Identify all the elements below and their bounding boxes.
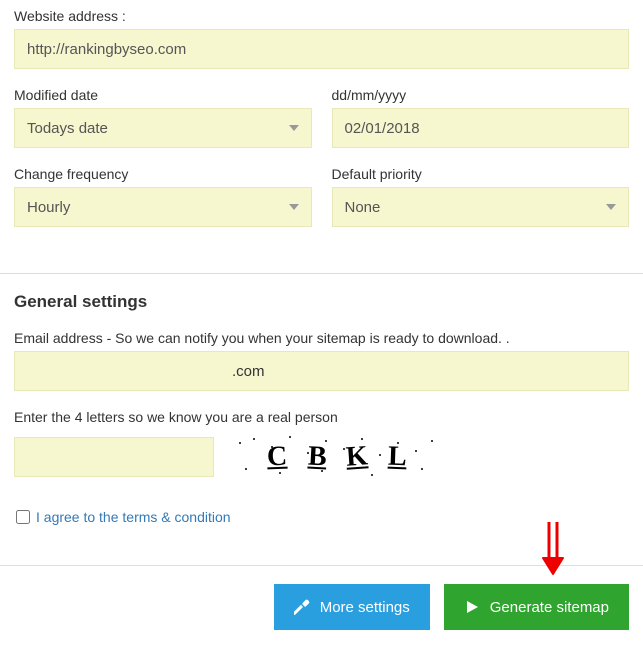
- wrench-icon: [294, 599, 310, 615]
- captcha-letter: C: [267, 441, 288, 474]
- generate-sitemap-label: Generate sitemap: [490, 599, 609, 616]
- modified-date-value: Todays date: [27, 120, 108, 137]
- chevron-down-icon: [289, 204, 299, 210]
- generate-sitemap-button[interactable]: Generate sitemap: [444, 584, 629, 630]
- more-settings-label: More settings: [320, 599, 410, 616]
- website-address-input[interactable]: [14, 29, 629, 69]
- email-input[interactable]: .com: [14, 351, 629, 391]
- email-suffix: .com: [232, 363, 265, 380]
- change-frequency-select[interactable]: Hourly: [14, 187, 312, 227]
- more-settings-button[interactable]: More settings: [274, 584, 430, 630]
- captcha-input[interactable]: [14, 437, 214, 477]
- general-settings-heading: General settings: [14, 292, 629, 312]
- modified-date-label: Modified date: [14, 87, 312, 103]
- captcha-letter: K: [345, 440, 369, 473]
- captcha-noise-icon: [232, 433, 442, 481]
- captcha-letter: L: [387, 441, 407, 474]
- chevron-down-icon: [289, 125, 299, 131]
- captcha-label: Enter the 4 letters so we know you are a…: [14, 409, 629, 425]
- agree-checkbox[interactable]: [16, 510, 30, 524]
- website-address-label: Website address :: [14, 8, 629, 24]
- agree-terms-link[interactable]: I agree to the terms & condition: [36, 509, 231, 525]
- play-icon: [464, 599, 480, 615]
- captcha-image: C B K L: [232, 433, 442, 481]
- change-frequency-value: Hourly: [27, 199, 70, 216]
- chevron-down-icon: [606, 204, 616, 210]
- captcha-letter: B: [307, 441, 327, 474]
- date-value: 02/01/2018: [345, 120, 420, 137]
- email-label: Email address - So we can notify you whe…: [14, 330, 629, 346]
- date-input[interactable]: 02/01/2018: [332, 108, 630, 148]
- default-priority-select[interactable]: None: [332, 187, 630, 227]
- modified-date-select[interactable]: Todays date: [14, 108, 312, 148]
- default-priority-label: Default priority: [332, 166, 630, 182]
- change-frequency-label: Change frequency: [14, 166, 312, 182]
- default-priority-value: None: [345, 199, 381, 216]
- date-format-label: dd/mm/yyyy: [332, 87, 630, 103]
